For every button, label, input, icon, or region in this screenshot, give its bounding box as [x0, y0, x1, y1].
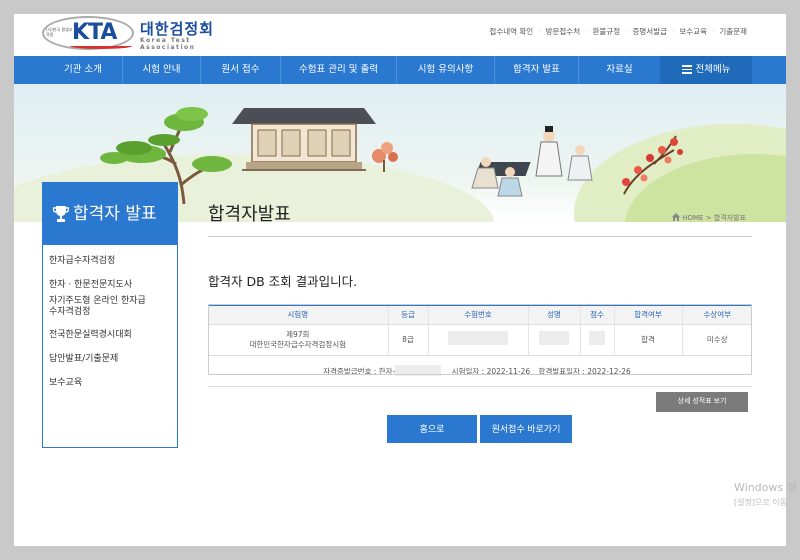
- sidebar-title: 합격자 발표: [73, 204, 157, 224]
- apply-shortcut-button[interactable]: 원서접수 바로가기: [480, 415, 572, 443]
- column-header-grade: 등급: [387, 304, 428, 325]
- site-logo[interactable]: (사)한국 평생교육원 KTA 대한검정회 Korea Test Associa…: [42, 16, 222, 52]
- nav-item-precautions[interactable]: 시험 유의사항: [396, 56, 494, 84]
- util-link-visit-office[interactable]: 방문접수처: [541, 26, 586, 37]
- column-header-exam: 시험명: [208, 304, 388, 325]
- nav-item-application[interactable]: 원서 접수: [200, 56, 280, 84]
- windows-watermark: Windows 정: [734, 481, 797, 494]
- results-table: 시험명 등급 수험번호 성명 점수 합격여부 수상여부 제97회 대한민국한자급…: [208, 304, 752, 387]
- sidebar-header: 합격자 발표: [43, 183, 177, 245]
- plum-blossom-icon: [622, 135, 683, 195]
- table-footer-row: 자격증발급번호 : 한자- 시험일자 : 2022-11-26 합격발표일자 :…: [208, 355, 752, 387]
- logo-small-text: (사)한국 평생교육원: [46, 27, 73, 37]
- nav-item-exam-info[interactable]: 시험 안내: [122, 56, 200, 84]
- table-header-row: 시험명 등급 수험번호 성명 점수 합격여부 수상여부: [208, 304, 752, 325]
- logo-kta: KTA: [72, 20, 117, 45]
- cell-pass: 합격: [613, 324, 682, 356]
- trophy-icon: [53, 206, 69, 222]
- util-link-past-exams[interactable]: 기출문제: [714, 26, 752, 37]
- cell-score: [579, 324, 614, 356]
- column-header-number: 수험번호: [427, 304, 528, 325]
- breadcrumb-separator: >: [705, 214, 712, 222]
- util-link-refund[interactable]: 환불규정: [588, 26, 626, 37]
- nav-item-admission-ticket[interactable]: 수험표 관리 및 출력: [280, 56, 396, 84]
- utility-links: 접수내역 확인 · 방문접수처 · 환불규정 · 증명서발급 · 보수교육 · …: [484, 26, 752, 37]
- frame-right: [786, 0, 800, 560]
- nav-item-about[interactable]: 기관 소개: [44, 56, 122, 84]
- column-header-pass: 합격여부: [613, 304, 682, 325]
- title-divider: [208, 236, 752, 237]
- nav-items: 기관 소개 시험 안내 원서 접수 수험표 관리 및 출력 시험 유의사항 합격…: [44, 56, 660, 84]
- site-header: (사)한국 평생교육원 KTA 대한검정회 Korea Test Associa…: [14, 14, 786, 56]
- util-link-certificate[interactable]: 증명서발급: [628, 26, 673, 37]
- hanok-house-icon: [232, 108, 376, 171]
- util-link-education[interactable]: 보수교육: [674, 26, 712, 37]
- detail-report-button[interactable]: 상세 성적표 보기: [656, 392, 748, 412]
- breadcrumb-current: 합격자발표: [713, 214, 747, 222]
- all-menu-label: 전체메뉴: [695, 64, 731, 75]
- exam-title: 대한민국한자급수자격검정시험: [249, 339, 347, 349]
- sidebar-item-competition[interactable]: 전국한문실력경시대회: [49, 329, 177, 342]
- table-row: 제97회 대한민국한자급수자격검정시험 8급 합격 미수상: [208, 324, 752, 356]
- frame-bottom: [0, 546, 800, 560]
- logo-swoosh: [70, 43, 132, 49]
- home-button[interactable]: 홈으로: [387, 415, 477, 443]
- redacted-name: [539, 331, 569, 345]
- page-title: 합격자발표: [208, 204, 291, 225]
- home-icon: [672, 213, 680, 221]
- column-header-name: 성명: [527, 304, 580, 325]
- sidebar-item-education[interactable]: 보수교육: [49, 377, 177, 390]
- breadcrumb-home[interactable]: HOME: [682, 214, 703, 222]
- util-link-receipt-check[interactable]: 접수내역 확인: [484, 26, 538, 37]
- logo-english: Korea Test Association: [140, 37, 196, 51]
- sidebar-item-answers[interactable]: 답안발표/기출문제: [49, 353, 177, 366]
- nav-item-results[interactable]: 합격자 발표: [494, 56, 578, 84]
- hamburger-icon: [681, 63, 692, 76]
- sidebar-item-hanja-grade[interactable]: 한자급수자격검정: [49, 255, 177, 268]
- cert-number-label: 자격증발급번호 : 한자-: [323, 366, 396, 376]
- redacted-score: [589, 331, 605, 345]
- announce-date: 합격발표일자 : 2022-12-26: [538, 366, 631, 376]
- flower-tree-icon: [372, 142, 398, 172]
- screenshot-frame: (사)한국 평생교육원 KTA 대한검정회 Korea Test Associa…: [0, 0, 800, 560]
- frame-left: [0, 0, 14, 560]
- frame-top: [0, 0, 800, 14]
- cell-award: 미수상: [681, 324, 752, 356]
- exam-date: 시험일자 : 2022-11-26: [451, 366, 531, 376]
- sidebar: 합격자 발표 한자급수자격검정 한자 · 한문전문지도사 자기주도형 온라인 한…: [42, 182, 178, 448]
- logo-name: 대한검정회: [140, 20, 215, 38]
- web-page: (사)한국 평생교육원 KTA 대한검정회 Korea Test Associa…: [14, 14, 786, 546]
- cell-grade: 8급: [387, 324, 428, 356]
- footer-cell: 자격증발급번호 : 한자- 시험일자 : 2022-11-26 합격발표일자 :…: [208, 355, 752, 387]
- column-header-award: 수상여부: [681, 304, 752, 325]
- scholars-icon: [471, 126, 593, 197]
- main-nav: 기관 소개 시험 안내 원서 접수 수험표 관리 및 출력 시험 유의사항 합격…: [14, 56, 786, 84]
- column-header-score: 점수: [579, 304, 614, 325]
- cell-exam-name: 제97회 대한민국한자급수자격검정시험: [208, 324, 388, 356]
- all-menu-button[interactable]: 전체메뉴: [660, 56, 752, 84]
- exam-round: 제97회: [286, 329, 310, 339]
- sidebar-item-instructor[interactable]: 한자 · 한문전문지도사: [49, 279, 177, 292]
- cell-exam-number: [427, 324, 528, 356]
- sidebar-item-online-grade[interactable]: 자기주도형 온라인 한자급수자격검정: [49, 296, 149, 318]
- cell-name: [527, 324, 580, 356]
- redacted-cert-number: [395, 364, 442, 376]
- sidebar-list: 한자급수자격검정 한자 · 한문전문지도사 자기주도형 온라인 한자급수자격검정…: [43, 245, 177, 390]
- redacted-number: [448, 331, 508, 345]
- nav-item-library[interactable]: 자료실: [578, 56, 660, 84]
- result-heading: 합격자 DB 조회 결과입니다.: [208, 274, 358, 289]
- windows-watermark-sub: [설정]으로 이동: [734, 498, 787, 507]
- breadcrumb: HOME > 합격자발표: [672, 213, 746, 223]
